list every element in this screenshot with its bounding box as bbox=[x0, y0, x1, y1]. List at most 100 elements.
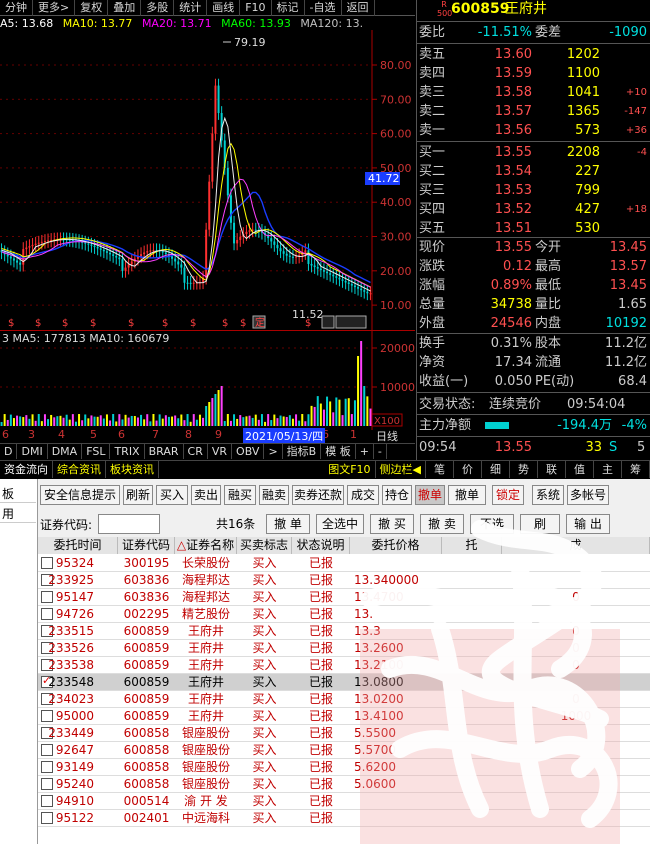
left-tab-0[interactable]: 板 bbox=[0, 485, 36, 503]
kline-chart[interactable]: 80.0070.0060.0050.0040.0030.0020.0010.00… bbox=[0, 30, 415, 330]
price-tick-6: 20.00 bbox=[380, 265, 412, 278]
indicator-tab-9[interactable]: > bbox=[264, 444, 283, 459]
indicator-tab-10[interactable]: 指标B bbox=[283, 444, 322, 459]
toolbar-item-2[interactable]: 复权 bbox=[75, 0, 109, 16]
action-button-10[interactable]: 撤单 bbox=[448, 485, 486, 505]
column-header-3[interactable]: 买卖标志 bbox=[237, 537, 292, 554]
action-button-0[interactable]: 安全信息提示 bbox=[40, 485, 120, 505]
column-header-4[interactable]: 状态说明 bbox=[292, 537, 350, 554]
action-button-6[interactable]: 卖券还款 bbox=[292, 485, 344, 505]
toolbar-item-4[interactable]: 多股 bbox=[141, 0, 175, 16]
bottom-tab-11[interactable]: 主 bbox=[594, 461, 622, 478]
bottom-tab-3[interactable]: 图文F10 bbox=[324, 461, 376, 478]
trade-status-row-label: 交易状态: bbox=[419, 397, 476, 412]
indicator-tab-1[interactable]: DMI bbox=[17, 444, 48, 459]
action-button-4[interactable]: 融买 bbox=[224, 485, 256, 505]
sort-arrow-icon: △ bbox=[176, 538, 187, 552]
bid-row-1-vol: 227 bbox=[575, 164, 600, 179]
action-button-8[interactable]: 持仓 bbox=[382, 485, 412, 505]
cell-status: 已报 bbox=[308, 743, 333, 757]
toolbar-item-7[interactable]: F10 bbox=[240, 0, 272, 16]
bottom-tab-10[interactable]: 值 bbox=[566, 461, 594, 478]
action-button-3[interactable]: 卖出 bbox=[191, 485, 221, 505]
indicator-tab-4[interactable]: TRIX bbox=[110, 444, 145, 459]
indicator-tab-11[interactable]: 模 板 bbox=[321, 444, 356, 459]
indicator-tab-13[interactable]: - bbox=[374, 444, 387, 459]
volume-tick-0: 20000 bbox=[380, 342, 415, 355]
code-input[interactable] bbox=[98, 514, 160, 534]
date-tick-6: 8 bbox=[185, 428, 192, 441]
cell-time: 95122 bbox=[55, 811, 94, 825]
action-button-9[interactable]: 撤单 bbox=[415, 485, 445, 505]
cell-side: 买入 bbox=[252, 658, 277, 672]
bottom-tab-8[interactable]: 势 bbox=[510, 461, 538, 478]
action-button-13[interactable]: 多帐号 bbox=[567, 485, 609, 505]
stat-row-2-label2: 最低 bbox=[535, 278, 562, 293]
stat-row-0-label1: 现价 bbox=[419, 240, 446, 255]
bid-row-3-vol: 427 bbox=[575, 202, 600, 217]
cell-code: 600858 bbox=[123, 760, 170, 774]
column-header-1[interactable]: 证券代码 bbox=[118, 537, 175, 554]
period-button[interactable]: 日线 bbox=[376, 428, 398, 444]
indicator-tab-0[interactable]: D bbox=[0, 444, 18, 459]
row-button-0[interactable]: 撤 单 bbox=[266, 514, 310, 534]
action-button-11[interactable]: 锁定 bbox=[492, 485, 524, 505]
bottom-tab-2[interactable]: 板块资讯 bbox=[106, 461, 159, 478]
action-button-12[interactable]: 系统 bbox=[532, 485, 564, 505]
event-marker-4: $ bbox=[128, 318, 134, 329]
cell-time: 93149 bbox=[55, 760, 94, 774]
indicator-tab-8[interactable]: OBV bbox=[232, 444, 265, 459]
cell-side: 买入 bbox=[252, 760, 277, 774]
bottom-tab-7[interactable]: 细 bbox=[482, 461, 510, 478]
row-button-1[interactable]: 全选中 bbox=[316, 514, 364, 534]
bottom-tab-4[interactable]: 侧边栏◀ bbox=[376, 461, 426, 478]
action-button-2[interactable]: 买入 bbox=[156, 485, 188, 505]
toolbar-item-0[interactable]: 分钟 bbox=[0, 0, 33, 16]
column-header-0[interactable]: 委托时间 bbox=[38, 537, 118, 554]
bid-row-3-chg: +18 bbox=[625, 204, 647, 215]
action-button-5[interactable]: 融卖 bbox=[259, 485, 289, 505]
toolbar-item-3[interactable]: 叠加 bbox=[108, 0, 142, 16]
bottom-tab-9[interactable]: 联 bbox=[538, 461, 566, 478]
cell-time: 233925 bbox=[48, 573, 94, 587]
cell-status: 已报 bbox=[308, 811, 333, 825]
mainflow-row-value: -194.4万 bbox=[557, 418, 612, 433]
indicator-tab-6[interactable]: CR bbox=[184, 444, 208, 459]
mainflow-bar bbox=[485, 422, 509, 429]
index-badge-top: R bbox=[441, 0, 447, 9]
bottom-tab-1[interactable]: 综合资讯 bbox=[53, 461, 106, 478]
cell-time: 92647 bbox=[55, 743, 94, 757]
indicator-tab-5[interactable]: BRAR bbox=[145, 444, 184, 459]
toolbar-item-9[interactable]: -自选 bbox=[305, 0, 342, 16]
cell-code: 002295 bbox=[123, 607, 170, 621]
stat-row-1-label2: 最高 bbox=[535, 259, 562, 274]
cell-name: 精艺股份 bbox=[181, 607, 230, 621]
indicator-tab-3[interactable]: FSL bbox=[82, 444, 111, 459]
bottom-tab-6[interactable]: 价 bbox=[454, 461, 482, 478]
stat2-row-0-value1: 0.31% bbox=[490, 336, 532, 351]
volume-chart[interactable]: 3 MA5: 177813 MA10: 160679 20000 10000 X1… bbox=[0, 330, 415, 430]
tick-row-time: 09:54 bbox=[419, 440, 457, 455]
bottom-tab-5[interactable]: 笔 bbox=[426, 461, 454, 478]
cell-time: 233526 bbox=[48, 641, 94, 655]
weibi-row-label: 委比 bbox=[419, 25, 446, 40]
cell-name: 王府井 bbox=[187, 709, 224, 723]
toolbar-item-5[interactable]: 统计 bbox=[174, 0, 208, 16]
action-button-7[interactable]: 成交 bbox=[347, 485, 379, 505]
action-button-1[interactable]: 刷新 bbox=[123, 485, 153, 505]
ma60-label: MA60: 13.93 bbox=[221, 17, 291, 30]
bottom-tab-12[interactable]: 筹 bbox=[622, 461, 650, 478]
indicator-tab-12[interactable]: + bbox=[356, 444, 374, 459]
indicator-tab-7[interactable]: VR bbox=[208, 444, 233, 459]
cell-status: 已报 bbox=[308, 590, 333, 604]
indicator-tab-2[interactable]: DMA bbox=[48, 444, 83, 459]
low-label: 11.52 bbox=[292, 308, 324, 321]
bottom-tab-0[interactable]: 资金流向 bbox=[0, 461, 53, 478]
toolbar-item-8[interactable]: 标记 bbox=[272, 0, 305, 16]
cell-time: 234023 bbox=[48, 692, 94, 706]
left-tab-1[interactable]: 用 bbox=[0, 505, 36, 523]
column-header-2[interactable]: △证券名称 bbox=[175, 537, 237, 554]
toolbar-item-10[interactable]: 返回 bbox=[342, 0, 375, 16]
toolbar-item-1[interactable]: 更多> bbox=[33, 0, 76, 16]
toolbar-item-6[interactable]: 画线 bbox=[207, 0, 241, 16]
